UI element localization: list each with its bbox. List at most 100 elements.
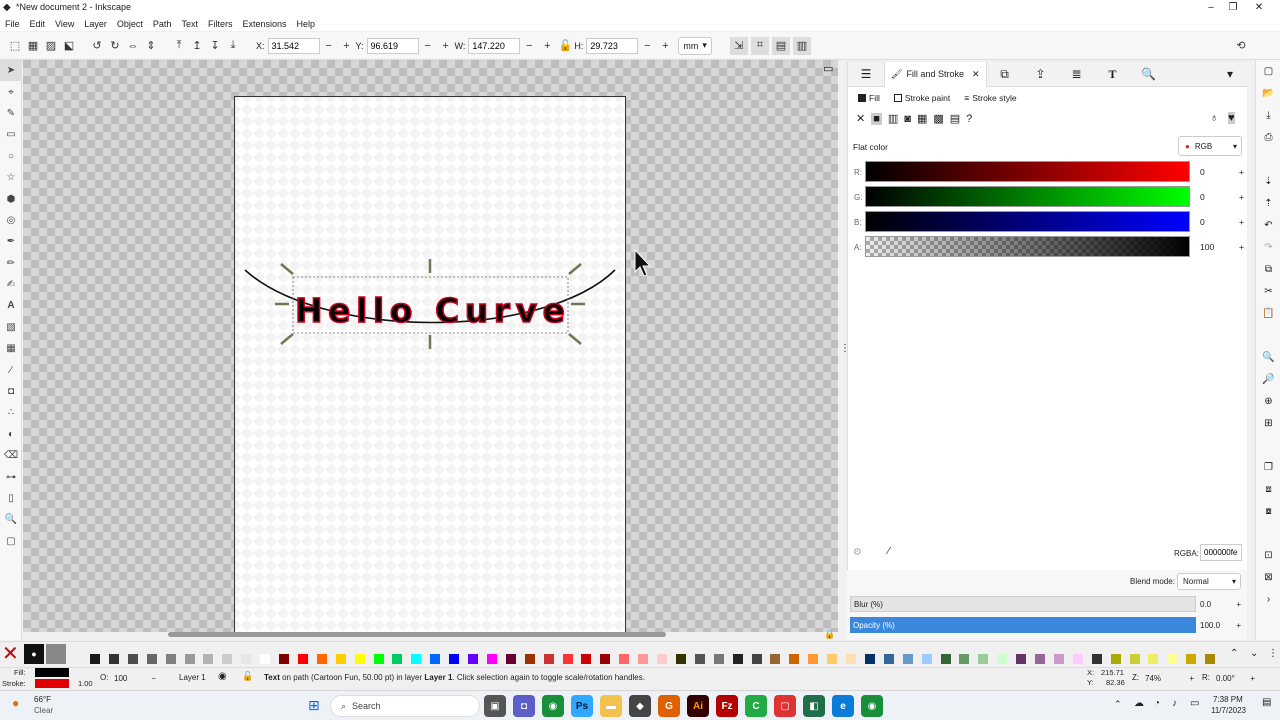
- palette-swatch[interactable]: [1167, 654, 1178, 664]
- menu-object[interactable]: Object: [117, 19, 143, 29]
- no-color-swatch[interactable]: ✕: [2, 644, 19, 664]
- palette-swatch[interactable]: [1186, 654, 1197, 664]
- display-mode-icon[interactable]: ▭: [823, 62, 833, 75]
- palette-swatch[interactable]: [468, 654, 478, 664]
- red-plus-button[interactable]: +: [1239, 167, 1244, 177]
- palette-swatch[interactable]: [732, 654, 743, 664]
- menu-text[interactable]: Text: [181, 19, 198, 29]
- ungroup-icon[interactable]: ⊠: [1256, 566, 1280, 588]
- palette-swatch[interactable]: [430, 654, 441, 664]
- unset-paint-icon[interactable]: ?: [966, 113, 972, 125]
- palette-swatch[interactable]: [1072, 654, 1083, 664]
- w-input[interactable]: [468, 37, 521, 54]
- maximize-button[interactable]: ❐: [1220, 0, 1246, 16]
- radial-gradient-icon[interactable]: ◙: [904, 113, 911, 125]
- layer-visibility-eye-icon[interactable]: ◉: [218, 671, 227, 682]
- palette-swatch[interactable]: [902, 654, 913, 664]
- taskbar-date[interactable]: 11/7/2023: [1211, 706, 1246, 715]
- blue-spinner[interactable]: 0 +: [1196, 213, 1244, 230]
- palette-down-icon[interactable]: ⌄: [1250, 648, 1258, 659]
- palette-swatch[interactable]: [1205, 654, 1216, 664]
- blur-plus-button[interactable]: +: [1236, 600, 1241, 609]
- photoshop-icon[interactable]: Ps: [571, 695, 593, 717]
- tray-battery-icon[interactable]: ▭: [1190, 698, 1199, 709]
- taskbar-search[interactable]: ⌕ Search: [330, 695, 480, 717]
- palette-swatch[interactable]: [978, 654, 989, 664]
- fill-and-stroke-tab[interactable]: 🖌 Fill and Stroke ✕: [884, 61, 987, 87]
- palette-swatch[interactable]: [524, 654, 535, 664]
- palette-swatch[interactable]: [279, 654, 289, 664]
- connector-tool-icon[interactable]: ⊶: [0, 466, 22, 487]
- export-icon[interactable]: ⇡: [1256, 192, 1280, 214]
- align-tab-icon[interactable]: ≣: [1059, 62, 1095, 87]
- save-icon[interactable]: ⤓: [1256, 104, 1280, 126]
- palette-swatch[interactable]: [694, 654, 705, 664]
- stroke-style-subtab[interactable]: ≡ Stroke style: [964, 93, 1016, 103]
- file-explorer-icon[interactable]: ▬: [600, 695, 622, 717]
- palette-swatch[interactable]: [146, 654, 157, 664]
- zoom-width-icon[interactable]: ⊞: [1256, 412, 1280, 434]
- opacity-spinner[interactable]: 100.0 +: [1197, 617, 1241, 633]
- select-all-layers-icon[interactable]: ▦: [24, 37, 42, 55]
- weather-temp[interactable]: 66°F: [34, 695, 51, 704]
- palette-swatch[interactable]: [562, 654, 573, 664]
- windows-start-icon[interactable]: ⊞: [308, 697, 320, 714]
- blur-slider[interactable]: Blur (%): [850, 596, 1196, 612]
- app-green-icon[interactable]: ◧: [803, 695, 825, 717]
- chat-app-icon[interactable]: ◘: [513, 695, 535, 717]
- duplicate-icon[interactable]: ❐: [1256, 456, 1280, 478]
- palette-swatch[interactable]: [1016, 654, 1027, 664]
- palette-swatch[interactable]: [619, 654, 630, 664]
- palette-swatch[interactable]: [827, 654, 838, 664]
- palette-swatch[interactable]: [713, 654, 724, 664]
- palette-swatch[interactable]: [411, 654, 422, 664]
- palette-swatch[interactable]: [997, 654, 1008, 664]
- spiral-tool-icon[interactable]: ◎: [0, 210, 22, 231]
- spray-tool-icon[interactable]: ∴: [0, 402, 22, 423]
- move-gradients-icon[interactable]: ▤: [771, 36, 790, 55]
- mesh-gradient-icon[interactable]: ▦: [917, 112, 927, 125]
- dropper-tool-icon[interactable]: ⁄: [0, 359, 22, 380]
- zoom-drawing-icon[interactable]: 🔎: [1256, 368, 1280, 390]
- palette-swatch[interactable]: [354, 654, 365, 664]
- no-paint-icon[interactable]: ✕: [856, 112, 865, 125]
- group-icon[interactable]: ⊡: [1256, 544, 1280, 566]
- rectangle-tool-icon[interactable]: ▭: [0, 124, 22, 145]
- eraser-tool-icon[interactable]: ⌫: [0, 445, 22, 466]
- fill-subtab[interactable]: Fill: [858, 93, 880, 103]
- find-tab-icon[interactable]: 🔍: [1131, 62, 1167, 87]
- palette-swatch[interactable]: [1148, 654, 1159, 664]
- lower-icon[interactable]: ↧: [206, 37, 224, 55]
- x-plus-button[interactable]: +: [338, 37, 356, 55]
- palette-swatch[interactable]: [883, 654, 894, 664]
- palette-swatch[interactable]: [90, 654, 100, 664]
- x-minus-button[interactable]: −: [320, 37, 338, 55]
- tray-chevron-icon[interactable]: ⌃: [1114, 699, 1122, 710]
- raise-to-top-icon[interactable]: ⤒: [170, 37, 188, 55]
- measure-tool-icon[interactable]: ▯: [0, 488, 22, 509]
- palette-swatch[interactable]: [751, 654, 762, 664]
- lock-ratio-icon[interactable]: 🔓: [556, 37, 574, 55]
- gradient-tool-icon[interactable]: ▧: [0, 317, 22, 338]
- tabs-menu-chevron-icon[interactable]: ▾: [1212, 62, 1248, 87]
- menu-path[interactable]: Path: [153, 19, 172, 29]
- blue-slider[interactable]: [865, 211, 1190, 232]
- opacity-slider[interactable]: Opacity (%): [850, 617, 1196, 633]
- menu-filters[interactable]: Filters: [208, 19, 233, 29]
- task-view-icon[interactable]: ▣: [484, 695, 506, 717]
- palette-swatch[interactable]: [260, 654, 271, 664]
- unit-select[interactable]: mm ▾: [678, 36, 712, 55]
- w-minus-button[interactable]: −: [520, 37, 538, 55]
- zoom-page-icon[interactable]: ⊕: [1256, 390, 1280, 412]
- y-input[interactable]: [366, 37, 419, 54]
- filezilla-icon[interactable]: Fz: [716, 695, 738, 717]
- opacity-plus-button[interactable]: +: [1236, 621, 1241, 630]
- cut-icon[interactable]: ✂: [1256, 280, 1280, 302]
- deselect-icon[interactable]: ▨: [42, 37, 60, 55]
- app-g-icon[interactable]: G: [658, 695, 680, 717]
- h-minus-button[interactable]: −: [638, 37, 656, 55]
- green-spinner[interactable]: 0 +: [1196, 188, 1244, 205]
- ellipse-tool-icon[interactable]: ○: [0, 146, 22, 167]
- 3d-box-tool-icon[interactable]: ⬢: [0, 188, 22, 209]
- stroke-color-indicator[interactable]: [35, 679, 69, 688]
